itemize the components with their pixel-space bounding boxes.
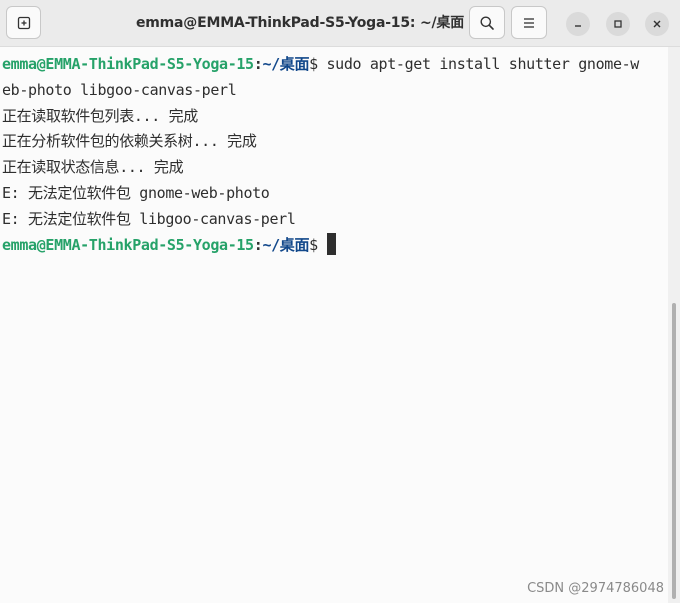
output-line: 正在读取状态信息... 完成 xyxy=(2,158,184,176)
text-cursor xyxy=(326,233,336,255)
command-line: emma@EMMA-ThinkPad-S5-Yoga-15:~/桌面$ sudo… xyxy=(2,51,639,77)
header-bar: emma@EMMA-ThinkPad-S5-Yoga-15: ~/桌面 xyxy=(0,0,680,47)
command-line-wrap: eb-photo libgoo-canvas-perl xyxy=(2,81,237,99)
current-prompt-line: emma@EMMA-ThinkPad-S5-Yoga-15:~/桌面$ xyxy=(2,232,336,258)
close-button[interactable] xyxy=(645,12,669,36)
output-line: 正在分析软件包的依赖关系树... 完成 xyxy=(2,132,257,150)
close-icon xyxy=(653,20,661,28)
window-title: emma@EMMA-ThinkPad-S5-Yoga-15: ~/桌面 xyxy=(135,15,464,31)
prompt-path: ~/桌面 xyxy=(262,55,310,73)
minimize-button[interactable] xyxy=(566,12,590,36)
terminal-output-area[interactable]: emma@EMMA-ThinkPad-S5-Yoga-15:~/桌面$ sudo… xyxy=(0,47,668,603)
error-line: E: 无法定位软件包 gnome-web-photo xyxy=(2,184,270,202)
prompt-user-host: emma@EMMA-ThinkPad-S5-Yoga-15 xyxy=(2,55,254,73)
menu-button[interactable] xyxy=(511,6,547,39)
command-text: sudo apt-get install shutter gnome-w xyxy=(317,55,639,73)
search-button[interactable] xyxy=(469,6,505,39)
scrollbar[interactable] xyxy=(668,47,680,603)
prompt-dollar: $ xyxy=(309,55,318,73)
scrollbar-thumb[interactable] xyxy=(672,303,676,599)
watermark: CSDN @2974786048 xyxy=(527,581,664,596)
maximize-button[interactable] xyxy=(606,12,630,36)
minimize-icon xyxy=(575,25,581,27)
prompt-path: ~/桌面 xyxy=(262,236,310,254)
hamburger-menu-icon xyxy=(524,17,534,28)
output-line: 正在读取软件包列表... 完成 xyxy=(2,107,198,125)
terminal-window: emma@EMMA-ThinkPad-S5-Yoga-15: ~/桌面 emma… xyxy=(0,0,680,603)
error-line: E: 无法定位软件包 libgoo-canvas-perl xyxy=(2,210,296,228)
prompt-dollar: $ xyxy=(309,236,318,254)
maximize-icon xyxy=(614,20,622,28)
search-icon xyxy=(480,16,494,30)
prompt-user-host: emma@EMMA-ThinkPad-S5-Yoga-15 xyxy=(2,236,254,254)
